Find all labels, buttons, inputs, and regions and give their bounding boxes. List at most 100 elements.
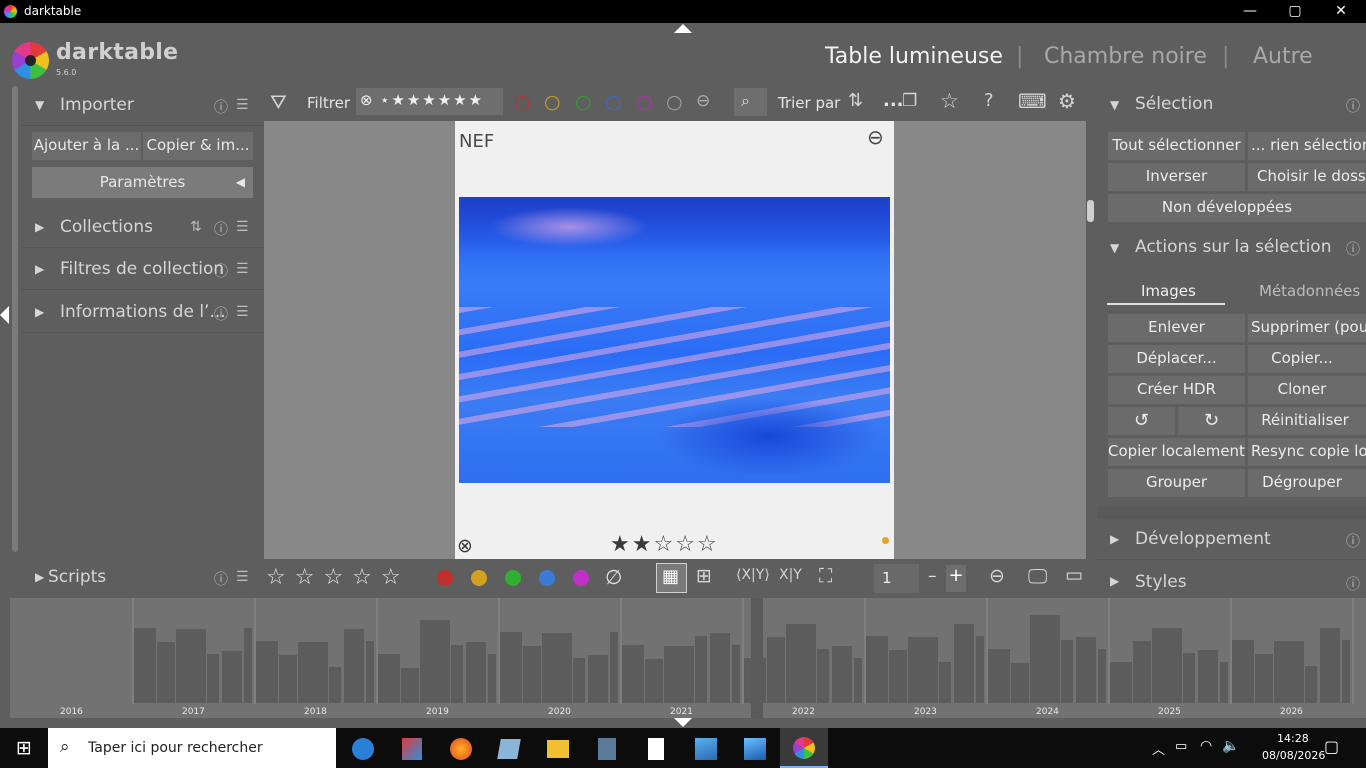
show-hidden-icons-icon[interactable]: ︿	[1152, 739, 1165, 758]
star-overlay-icon[interactable]: ☆	[940, 89, 959, 113]
view-lighttable[interactable]: Table lumineuse	[825, 44, 1003, 69]
timeline-histogram[interactable]: 2016 2017 2018 2019 2020 2021 2022 2023 2024 2025…	[10, 598, 1366, 718]
select-undeveloped-button[interactable]: Non développées	[1108, 194, 1366, 222]
add-to-library-button[interactable]: Ajouter à la ...	[32, 132, 141, 160]
overlays-menu-icon[interactable]: ▭	[1065, 564, 1083, 586]
duplicate-button[interactable]: Cloner	[1248, 376, 1366, 404]
filemanager-layout-button[interactable]: ▦	[656, 563, 687, 593]
help-icon[interactable]: ?	[984, 90, 994, 111]
green-label-icon[interactable]	[505, 570, 521, 586]
darktable-taskbar-button[interactable]	[780, 728, 828, 768]
collapse-top-icon[interactable]	[674, 24, 692, 33]
info-icon[interactable]: ⓘ	[214, 261, 228, 281]
search-box[interactable]: ⌕	[734, 88, 767, 116]
notifications-icon[interactable]: ▢	[1324, 737, 1339, 756]
tab-metadata[interactable]: Métadonnées	[1259, 282, 1360, 300]
reject-icon[interactable]: ⊗	[457, 535, 473, 557]
sort-order-icon[interactable]: ⇅	[848, 90, 863, 111]
module-selection-header[interactable]: ▼ Sélection ⓘ	[1097, 86, 1366, 126]
clock-date[interactable]: 08/08/2026	[1262, 749, 1325, 762]
preview-fullscreen-icon[interactable]: ⛶	[819, 565, 832, 587]
notepad-app-icon[interactable]	[497, 739, 521, 759]
thumbnail-image[interactable]	[459, 197, 890, 483]
delete-button[interactable]: Supprimer (poubelle)	[1248, 314, 1366, 342]
module-import-header[interactable]: ▼ Importer ⓘ ☰	[22, 86, 264, 126]
module-scripts-header[interactable]: ▶ Scripts ⓘ ☰	[22, 558, 264, 598]
minimize-button[interactable]: —	[1227, 0, 1273, 23]
presets-menu-icon[interactable]: ☰	[236, 261, 249, 277]
copy-button[interactable]: Copier...	[1248, 345, 1366, 373]
reset-button[interactable]: Réinitialiser	[1248, 407, 1366, 435]
choose-folder-button[interactable]: Choisir le dossier	[1248, 163, 1366, 191]
center-scrollbar[interactable]	[1087, 200, 1094, 222]
info-icon[interactable]: ⓘ	[214, 97, 228, 117]
sort-icon[interactable]: ⇅	[190, 219, 202, 235]
windows-start-icon[interactable]: ⊞	[16, 737, 32, 759]
select-all-button[interactable]: Tout sélectionner	[1108, 132, 1245, 160]
document-icon[interactable]	[648, 738, 664, 760]
zoom-minus-button[interactable]: –	[928, 566, 937, 586]
presets-menu-icon[interactable]: ☰	[236, 569, 249, 585]
keyboard-shortcuts-icon[interactable]: ⌨	[1018, 89, 1047, 113]
zoom-level-input[interactable]: 1	[874, 564, 919, 593]
collapse-bottom-icon[interactable]	[674, 718, 692, 727]
clear-labels-icon[interactable]: ∅	[605, 565, 622, 589]
app-icon[interactable]	[402, 738, 422, 760]
edge-browser-icon[interactable]	[352, 738, 374, 760]
gray-label-filter-icon[interactable]: ○	[666, 91, 683, 113]
zoomable-layout-icon[interactable]: ⊞	[696, 565, 712, 587]
display-profile-icon[interactable]: 🖵	[1028, 564, 1047, 588]
timeline-cursor[interactable]	[751, 598, 763, 718]
rotate-right-button[interactable]: ↻	[1178, 407, 1245, 435]
grouping-icon[interactable]: ❐	[902, 91, 917, 111]
info-icon[interactable]: ⓘ	[1346, 574, 1360, 594]
invert-selection-button[interactable]: Inverser	[1108, 163, 1245, 191]
info-icon[interactable]: ⓘ	[1346, 239, 1360, 259]
info-icon[interactable]: ⓘ	[1346, 531, 1360, 551]
settings-gear-icon[interactable]: ⚙	[1058, 89, 1076, 113]
red-label-filter-icon[interactable]: ○	[514, 91, 531, 113]
left-scrollbar[interactable]	[12, 86, 18, 552]
taskbar-search-box[interactable]: ⌕ Taper ici pour rechercher	[48, 728, 336, 768]
zoom-plus-button[interactable]: +	[946, 565, 966, 592]
rating-filter[interactable]: ⊗ ⋆★★★★★★	[356, 88, 503, 115]
calculator-icon[interactable]	[598, 738, 616, 760]
purple-label-filter-icon[interactable]: ○	[636, 91, 653, 113]
filter-funnel-icon[interactable]: ⛛	[270, 90, 287, 114]
presets-menu-icon[interactable]: ☰	[236, 219, 249, 235]
culling-dynamic-icon[interactable]: X|Y	[779, 567, 802, 583]
red-label-icon[interactable]	[437, 570, 453, 586]
empty-star-icon[interactable]: ☆	[697, 532, 719, 557]
wifi-icon[interactable]: ◠	[1200, 738, 1212, 754]
module-filters-header[interactable]: ▶ Filtres de collection ⓘ ☰	[22, 250, 264, 290]
presets-menu-icon[interactable]: ☰	[236, 304, 249, 320]
photos-app-icon[interactable]	[695, 738, 717, 760]
altered-history-icon[interactable]: ⊖	[867, 125, 884, 149]
file-explorer-icon[interactable]	[547, 740, 569, 758]
more-sort-options[interactable]: ...	[883, 90, 904, 111]
rotate-left-button[interactable]: ↺	[1108, 407, 1175, 435]
info-icon[interactable]: ⓘ	[1346, 96, 1360, 116]
empty-star-icon[interactable]: ☆	[653, 532, 675, 557]
info-icon[interactable]: ⓘ	[214, 219, 228, 239]
label-operator-icon[interactable]: ⊖	[696, 91, 710, 111]
focus-peaking-icon[interactable]: ⊖	[989, 565, 1005, 587]
select-none-button[interactable]: ... rien sélectionner	[1248, 132, 1366, 160]
module-develop-header[interactable]: ▶ Développement ⓘ	[1097, 520, 1366, 560]
blue-label-filter-icon[interactable]: ○	[605, 91, 622, 113]
view-darkroom[interactable]: Chambre noire	[1044, 44, 1207, 69]
collapse-left-icon[interactable]	[0, 306, 9, 324]
clock-time[interactable]: 14:28	[1277, 732, 1309, 745]
yellow-label-icon[interactable]	[471, 570, 487, 586]
resync-local-copy-button[interactable]: Resync copie locale	[1248, 438, 1366, 466]
presets-menu-icon[interactable]: ☰	[236, 97, 249, 113]
firefox-icon[interactable]	[450, 738, 472, 760]
create-hdr-button[interactable]: Créer HDR	[1108, 376, 1245, 404]
module-actions-header[interactable]: ▼ Actions sur la sélection ⓘ	[1097, 229, 1366, 269]
parameters-button[interactable]: Paramètres ◀	[32, 167, 253, 198]
remove-button[interactable]: Enlever	[1108, 314, 1245, 342]
maximize-button[interactable]: ▢	[1272, 0, 1318, 23]
copy-locally-button[interactable]: Copier localement	[1108, 438, 1245, 466]
copy-and-import-button[interactable]: Copier & im...	[143, 132, 253, 160]
filled-star-icon[interactable]: ★	[632, 532, 654, 557]
